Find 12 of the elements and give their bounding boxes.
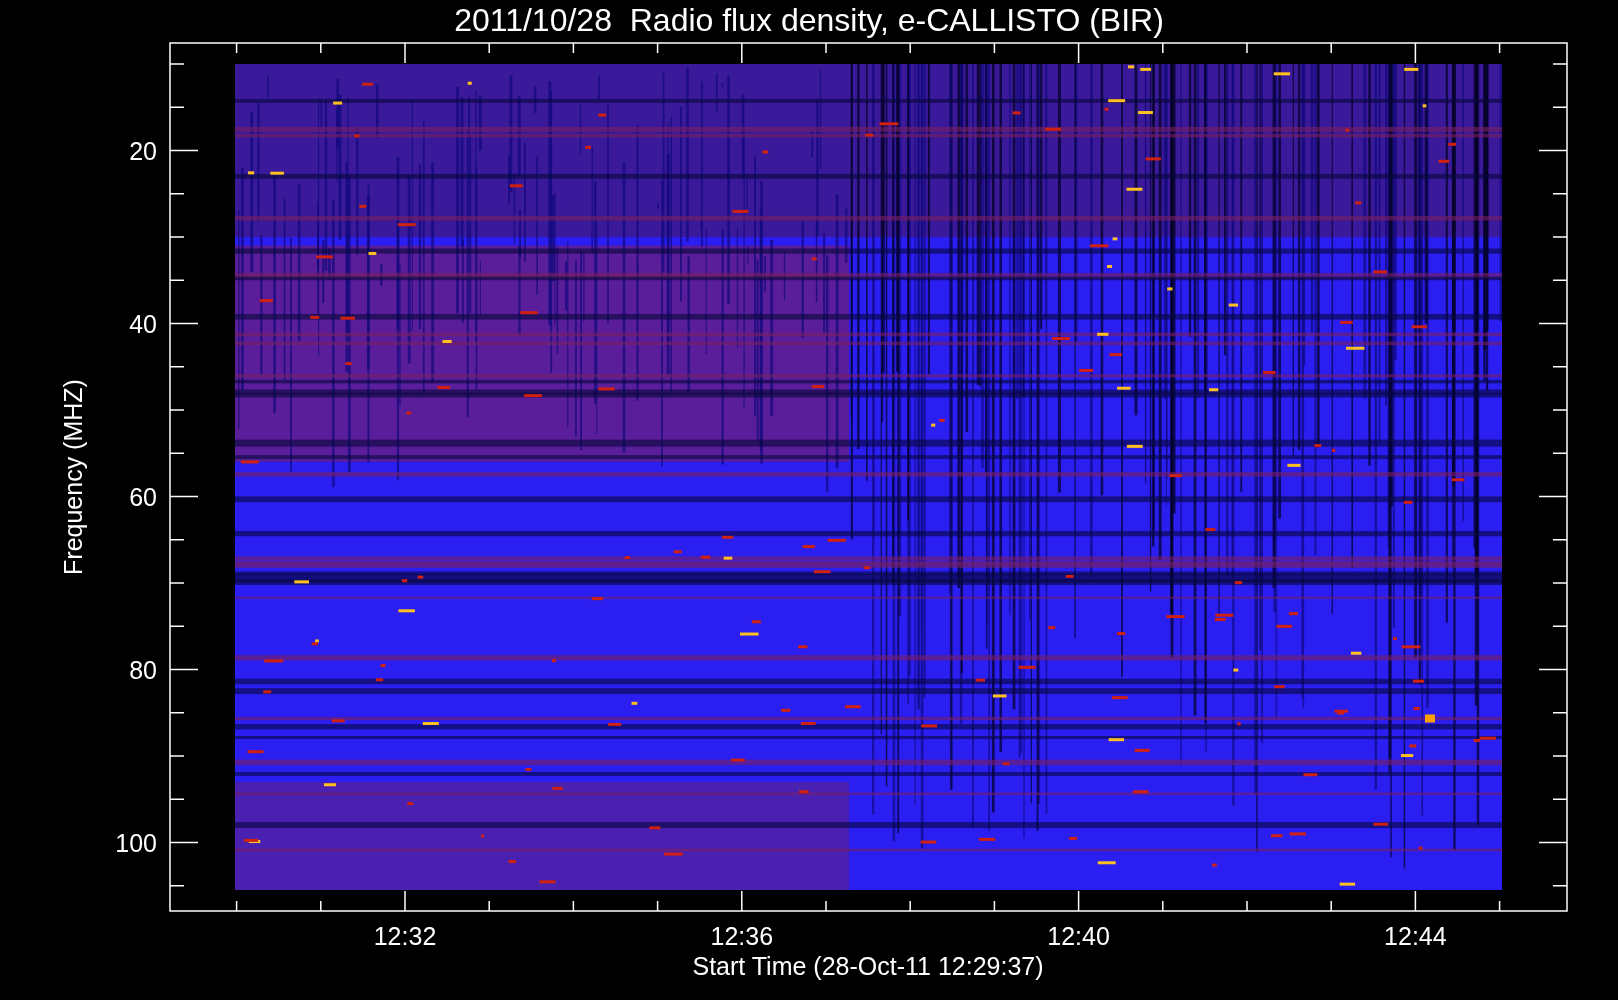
x-tick-label: 12:40 bbox=[1047, 922, 1110, 950]
y-axis-label: Frequency (MHZ) bbox=[59, 379, 87, 575]
y-tick-label: 60 bbox=[129, 482, 157, 511]
y-tick-label: 100 bbox=[115, 828, 157, 857]
y-tick-label: 40 bbox=[129, 309, 157, 338]
x-axis-label: Start Time (28-Oct-11 12:29:37) bbox=[692, 952, 1044, 980]
y-tick-label: 20 bbox=[129, 136, 157, 165]
x-tick-label: 12:32 bbox=[373, 922, 437, 950]
chart-title: 2011/10/28 Radio flux density, e-CALLISTO (BIR) bbox=[454, 2, 1164, 38]
x-tick-label: 12:44 bbox=[1384, 922, 1447, 950]
y-tick-label: 80 bbox=[129, 655, 157, 684]
x-tick-label: 12:36 bbox=[710, 922, 774, 950]
